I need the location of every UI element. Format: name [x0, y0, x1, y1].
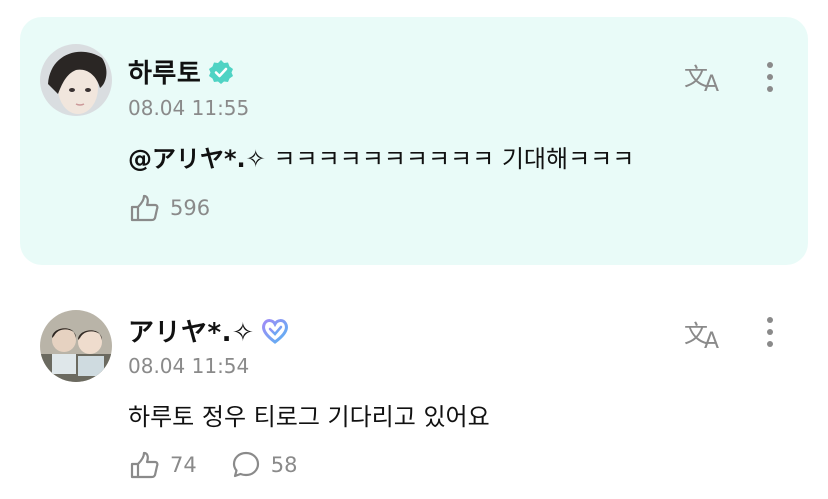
- svg-text:A: A: [704, 72, 719, 93]
- author-avatar[interactable]: [40, 310, 112, 382]
- like-count: 596: [170, 196, 211, 220]
- comment-body: ㅋㅋㅋㅋㅋㅋㅋㅋㅋㅋ 기대해ㅋㅋㅋ: [265, 145, 635, 173]
- author-name[interactable]: 하루토: [128, 53, 201, 90]
- author-name[interactable]: アリヤ*.✧: [128, 312, 254, 349]
- like-button[interactable]: 74: [128, 450, 197, 480]
- verified-badge-icon: [209, 59, 234, 84]
- translate-icon[interactable]: 文 A: [684, 59, 726, 93]
- membership-heart-icon: [262, 318, 289, 344]
- comment-body: 하루토 정우 티로그 기다리고 있어요: [128, 403, 490, 431]
- reply-button[interactable]: 58: [231, 450, 298, 480]
- reply-bubble-icon: [232, 451, 259, 478]
- translate-icon[interactable]: 文 A: [684, 316, 726, 350]
- comment-item: 하루토 08.04 11:55 @アリヤ*.✧ ㅋㅋㅋㅋㅋㅋㅋㅋㅋㅋ 기대해ㅋㅋ…: [0, 17, 828, 265]
- like-button[interactable]: 596: [128, 193, 210, 223]
- comment-item: アリヤ*.✧ 08.04 11:54 하루토 정우 티로그 기다리고 있어요 7…: [0, 300, 828, 499]
- more-options-icon[interactable]: [758, 314, 782, 350]
- comment-timestamp: 08.04 11:54: [128, 354, 250, 378]
- comment-timestamp: 08.04 11:55: [128, 96, 250, 120]
- more-options-icon[interactable]: [758, 59, 782, 95]
- like-count: 74: [170, 453, 197, 477]
- like-icon: [130, 451, 159, 479]
- comment-text: @アリヤ*.✧ ㅋㅋㅋㅋㅋㅋㅋㅋㅋㅋ 기대해ㅋㅋㅋ: [128, 139, 634, 174]
- reply-count: 58: [270, 453, 298, 477]
- like-icon: [130, 194, 159, 222]
- svg-text:A: A: [704, 329, 719, 350]
- mention-link[interactable]: @アリヤ*.✧: [128, 145, 266, 173]
- author-avatar[interactable]: [40, 44, 112, 116]
